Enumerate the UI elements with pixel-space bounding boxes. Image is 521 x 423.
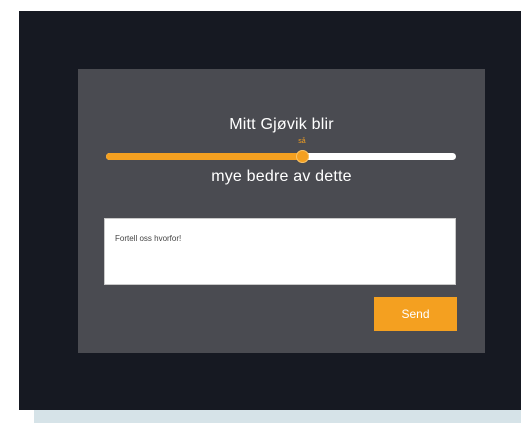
survey-card: Mitt Gjøvik blir så mye bedre av dette S… — [78, 69, 485, 353]
rating-slider[interactable]: så — [106, 138, 456, 167]
survey-title: Mitt Gjøvik blir — [229, 116, 334, 133]
page: Mitt Gjøvik blir så mye bedre av dette S… — [0, 0, 521, 423]
comment-field[interactable] — [104, 218, 456, 285]
bottom-strip — [34, 410, 521, 423]
slider-thumb[interactable] — [296, 150, 309, 163]
slider-fill — [106, 153, 302, 160]
slider-value-label: så — [298, 138, 306, 145]
survey-subtitle: mye bedre av dette — [211, 168, 352, 185]
send-button[interactable]: Send — [374, 297, 457, 331]
